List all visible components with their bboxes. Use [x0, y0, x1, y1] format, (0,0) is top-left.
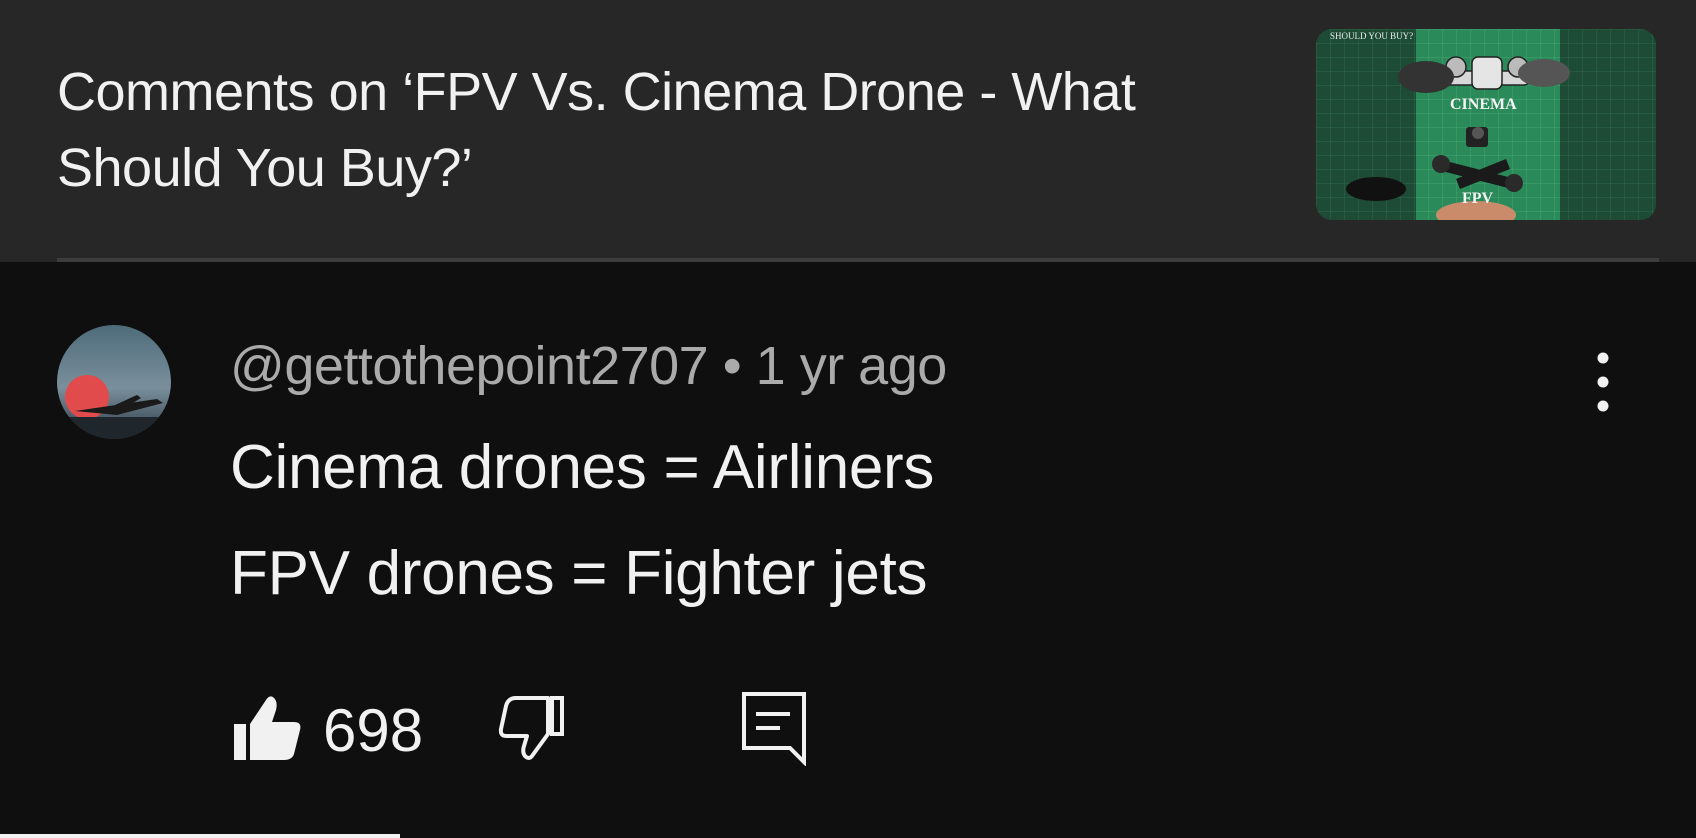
more-vertical-icon[interactable] — [1580, 348, 1626, 416]
avatar[interactable] — [57, 325, 171, 439]
thumbs-down-icon[interactable] — [496, 692, 566, 762]
thumbnail-image: SHOULD YOU BUY? CINEMA FPV — [1316, 29, 1656, 220]
thumbs-up-icon[interactable] — [232, 694, 302, 764]
bottom-indicator — [0, 834, 400, 838]
thumb-caption-middle: CINEMA — [1450, 96, 1517, 113]
comment-time: 1 yr ago — [755, 336, 948, 396]
meta-separator: • — [722, 336, 742, 396]
thumb-caption-top: SHOULD YOU BUY? — [1330, 31, 1413, 41]
like-count: 698 — [323, 697, 424, 764]
comment-author[interactable]: @gettothepoint2707 — [230, 336, 709, 396]
thumb-caption-bottom: FPV — [1462, 190, 1494, 207]
reply-comment-icon[interactable] — [740, 690, 808, 767]
comments-title: Comments on ‘FPV Vs. Cinema Drone - What… — [57, 62, 1136, 198]
comment-text-line-1: Cinema drones = Airliners — [230, 433, 935, 502]
comment-text-line-2: FPV drones = Fighter jets — [230, 539, 928, 608]
avatar-image — [57, 325, 171, 439]
comment-meta: @gettothepoint2707 • 1 yr ago — [230, 334, 947, 398]
video-thumbnail[interactable]: SHOULD YOU BUY? CINEMA FPV — [1316, 29, 1656, 220]
comments-header: Comments on ‘FPV Vs. Cinema Drone - What… — [0, 0, 1696, 262]
